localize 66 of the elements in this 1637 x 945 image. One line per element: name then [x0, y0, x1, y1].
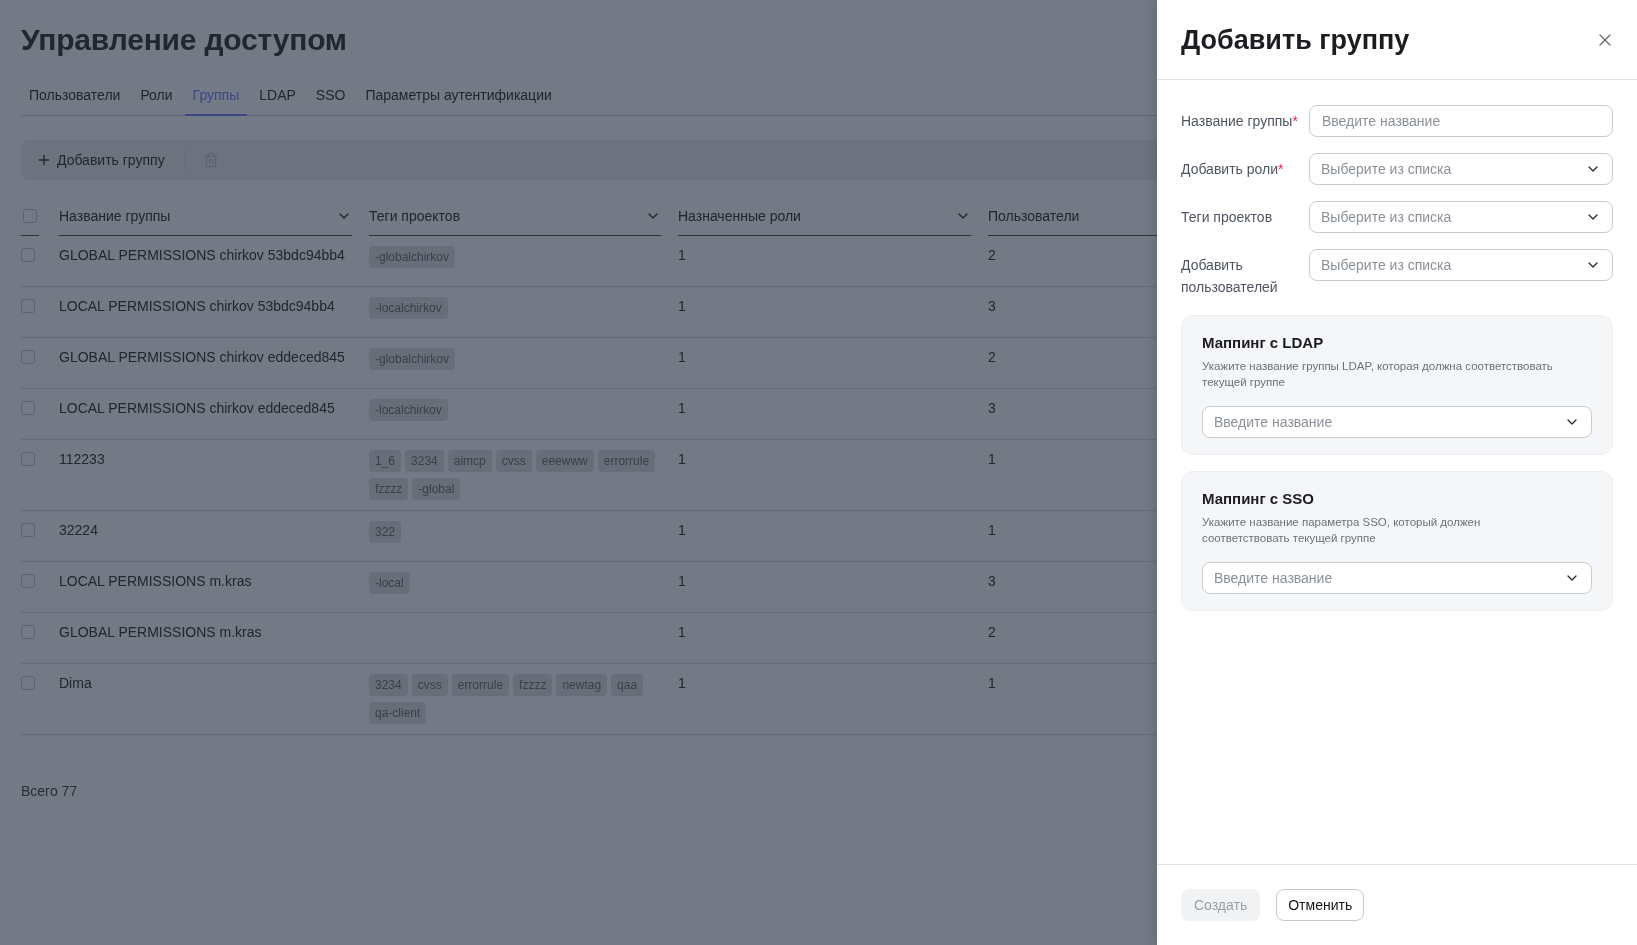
tab[interactable]: SSO	[307, 76, 354, 116]
checkbox[interactable]	[21, 299, 35, 313]
select-field[interactable]: Выберите из списка	[1309, 153, 1613, 185]
table-cell-text: 2	[988, 623, 997, 642]
table-cell-text: Dima	[59, 674, 93, 693]
table-cell-text: 112233	[59, 450, 106, 469]
checkbox[interactable]	[23, 208, 37, 223]
field-label: Название группы*	[1181, 112, 1299, 131]
table-cell-text: 1	[678, 450, 687, 469]
column-header[interactable]: Название группы	[59, 196, 352, 236]
checkbox[interactable]	[21, 350, 35, 364]
plus-icon	[36, 152, 52, 168]
column-header[interactable]: Назначенные роли	[678, 196, 971, 236]
table-cell-text: 1	[988, 450, 997, 469]
table-cell-text: 1	[988, 674, 997, 693]
table-cell-text: LOCAL PERMISSIONS chirkov eddeced845	[59, 399, 336, 418]
checkbox[interactable]	[21, 625, 35, 639]
table-cell-text: 1	[988, 521, 997, 540]
card-title: Маппинг с SSO	[1202, 489, 1316, 509]
table-cell-text: 1	[678, 348, 687, 367]
checkbox[interactable]	[21, 452, 35, 466]
select-field[interactable]: Выберите из списка	[1309, 249, 1613, 281]
table-cell-text: 3	[988, 572, 997, 591]
column-header[interactable]: Теги проектов	[369, 196, 661, 236]
select-field[interactable]: Введите название	[1202, 562, 1592, 594]
select-field[interactable]: Введите название	[1202, 406, 1592, 438]
table-cell-text: 1	[678, 246, 687, 265]
panel-title: Добавить группу	[1181, 23, 1410, 57]
table-cell-text: GLOBAL PERMISSIONS m.kras	[59, 623, 263, 642]
table-cell-text: 2	[988, 348, 997, 367]
cancel-button[interactable]: Отменить	[1276, 889, 1365, 921]
select-field[interactable]: Выберите из списка	[1309, 201, 1613, 233]
table-cell-text: 1	[678, 297, 687, 316]
table-cell-text: 3	[988, 297, 997, 316]
table-cell-text: 2	[988, 246, 997, 265]
checkbox[interactable]	[21, 401, 35, 415]
table-cell-text: 1	[678, 572, 687, 591]
table-cell-text: LOCAL PERMISSIONS chirkov 53bdc94bb4	[59, 297, 336, 316]
total-count: Всего 77	[21, 782, 79, 801]
page-title: Управление доступом	[21, 22, 348, 58]
tab[interactable]: Группы	[184, 76, 248, 116]
field-label: Добавить роли*	[1181, 160, 1285, 179]
checkbox[interactable]	[21, 574, 35, 588]
tab[interactable]: Роли	[132, 76, 181, 116]
card-title: Маппинг с LDAP	[1202, 333, 1325, 353]
table-cell-text: 1	[678, 623, 687, 642]
table-cell-text: 1	[678, 399, 687, 418]
table-cell-text: GLOBAL PERMISSIONS chirkov eddeced845	[59, 348, 346, 367]
table-cell-text: 32224	[59, 521, 99, 540]
table-cell-text: 1	[678, 674, 687, 693]
add-group-button[interactable]: Добавить группу	[36, 146, 165, 174]
checkbox[interactable]	[21, 523, 35, 537]
card-description: Укажите название группы LDAP, которая должна соответствовать текущей группе	[1202, 359, 1554, 390]
checkbox[interactable]	[21, 676, 35, 690]
card-description: Укажите название параметра SSO, который должен соответствовать текущей группе	[1202, 515, 1482, 546]
table-cell-text: GLOBAL PERMISSIONS chirkov 53bdc94bb4	[59, 246, 346, 265]
table-cell-text: 1	[678, 521, 687, 540]
text-input[interactable]: Введите название	[1309, 105, 1613, 137]
tab[interactable]: Параметры аутентификации	[357, 76, 560, 116]
tab[interactable]: LDAP	[251, 76, 304, 116]
checkbox[interactable]	[21, 248, 35, 262]
tab[interactable]: Пользователи	[21, 76, 129, 116]
field-label: Теги проектов	[1181, 208, 1274, 227]
field-label: Добавить пользователей	[1181, 256, 1279, 297]
table-cell-text: 3	[988, 399, 997, 418]
table-cell-text: LOCAL PERMISSIONS m.kras	[59, 572, 253, 591]
